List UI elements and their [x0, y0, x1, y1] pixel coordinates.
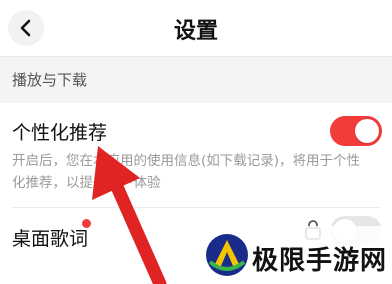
- desktop-lyrics-label: 桌面歌词: [12, 228, 89, 250]
- divider: [12, 207, 380, 208]
- page-title: 设置: [173, 19, 218, 44]
- new-badge-dot: [82, 219, 91, 228]
- section-header: 播放与下载: [0, 56, 392, 103]
- next-row-partial: [12, 272, 132, 284]
- watermark-text: 极限手游网: [252, 246, 388, 276]
- watermark-logo-icon: [206, 234, 248, 276]
- toggle-knob: [355, 119, 379, 143]
- top-bar: 设置: [0, 0, 392, 56]
- personalized-recommend-toggle[interactable]: [330, 116, 382, 146]
- section-header-label: 播放与下载: [12, 71, 88, 89]
- personalized-recommend-description: 开启后，您在本应用的使用信息(如下载记录)，将用于个性化推荐，以提升用户体验: [12, 153, 361, 191]
- personalized-recommend-label: 个性化推荐: [12, 122, 108, 144]
- watermark: 极限手游网: [198, 226, 388, 284]
